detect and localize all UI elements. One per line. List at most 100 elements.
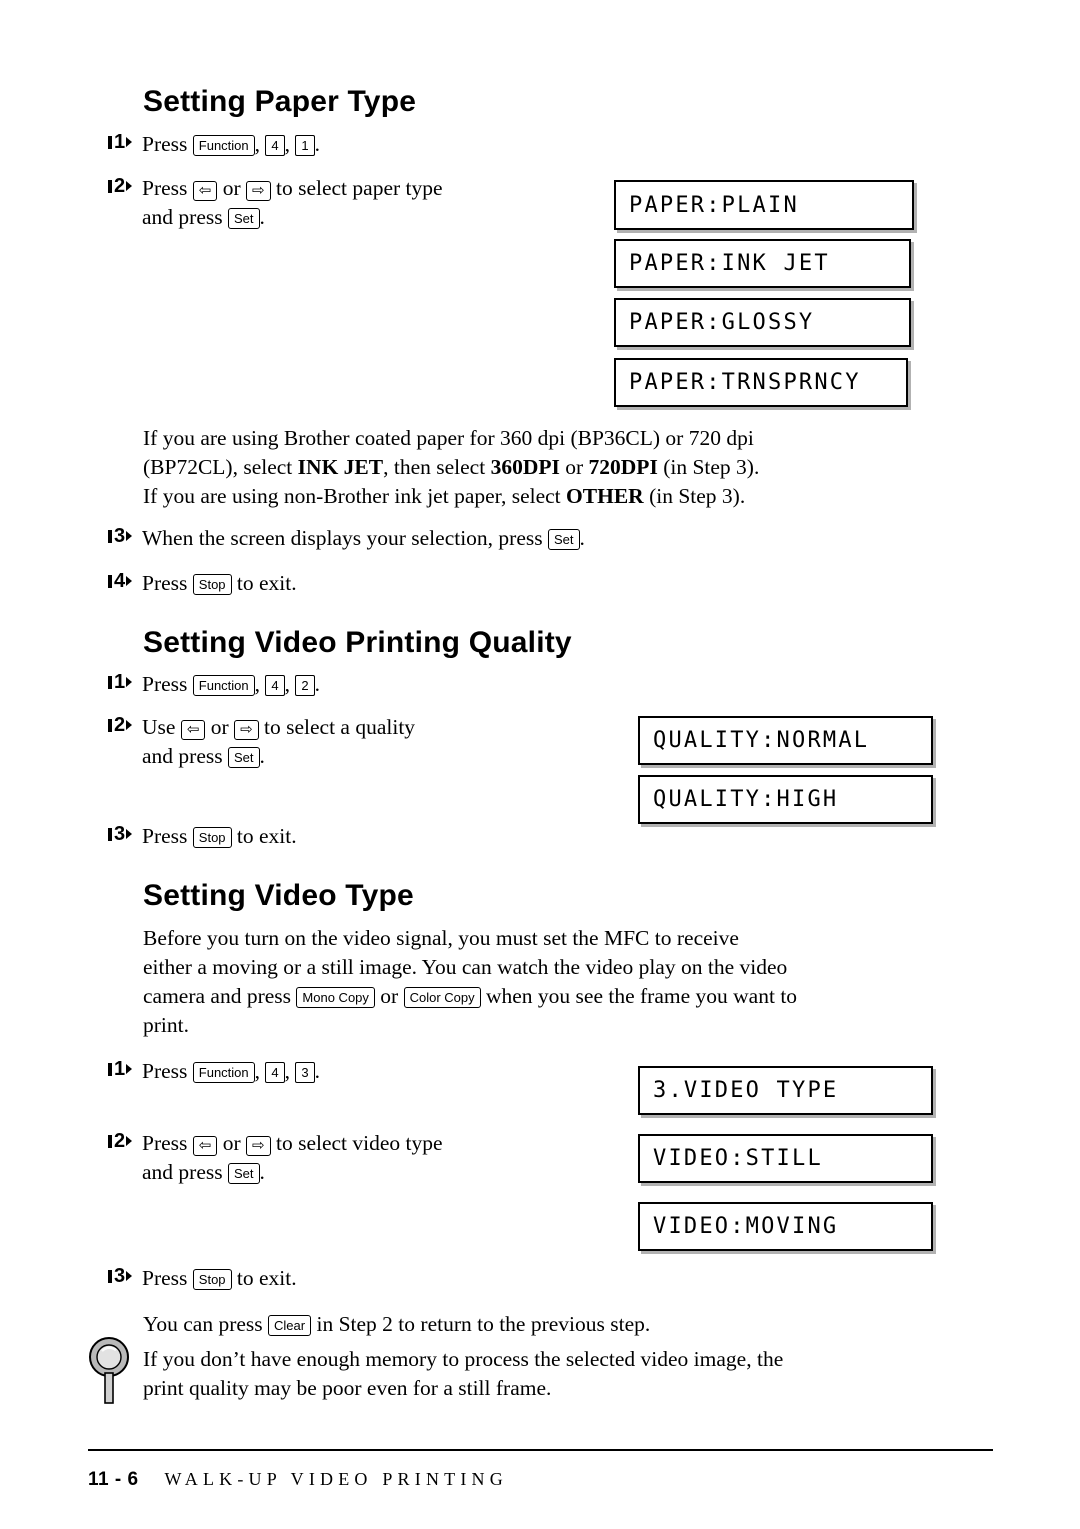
period: . — [314, 1059, 320, 1083]
step-number: 3 — [108, 822, 142, 846]
step-number: 2 — [108, 174, 142, 198]
key-mono-copy[interactable]: Mono Copy — [296, 986, 375, 1008]
step-number: 2 — [108, 713, 142, 737]
key-stop[interactable]: Stop — [192, 1268, 232, 1290]
lcd-video-type-menu: 3.VIDEO TYPE — [638, 1066, 933, 1115]
period: . — [259, 205, 265, 229]
press-label: Press — [142, 824, 193, 848]
key-right-arrow[interactable]: ⇨ — [234, 720, 259, 740]
step-text: Press ⇦ or ⇨ to select video type and pr… — [142, 1129, 443, 1187]
and-press-label: and press — [142, 205, 228, 229]
key-4[interactable]: 4 — [265, 675, 285, 696]
select-label: to select paper type — [270, 176, 443, 200]
lcd-quality-high: QUALITY:HIGH — [638, 775, 933, 824]
para-line-3a: If you are using non-Brother ink jet pap… — [143, 484, 567, 508]
step-1-video-quality: 1 Press Function, 4, 2. — [108, 670, 628, 699]
footer-page-number: 11 - 6 — [88, 1469, 139, 1490]
footer-chapter-title: WALK-UP VIDEO PRINTING — [164, 1469, 508, 1489]
heading-setting-video-type: Setting Video Type — [143, 879, 414, 912]
comma2: , — [284, 132, 296, 156]
key-1[interactable]: 1 — [295, 135, 315, 156]
period: . — [314, 672, 320, 696]
or-label: or — [217, 1131, 247, 1155]
key-clear[interactable]: Clear — [268, 1314, 312, 1336]
video-type-intro: Before you turn on the video signal, you… — [143, 924, 963, 1040]
key-stop[interactable]: Stop — [192, 573, 232, 595]
step-4-paper-type: 4 Press Stop to exit. — [108, 569, 628, 598]
document-page: Setting Paper Type 1 Press Function, 4, … — [0, 0, 1080, 1529]
to-exit-label: to exit. — [231, 571, 297, 595]
step-3-video-quality: 3 Press Stop to exit. — [108, 822, 628, 851]
key-2[interactable]: 2 — [295, 675, 315, 696]
step-1-video-type: 1 Press Function, 4, 3. — [108, 1057, 628, 1086]
step-number: 1 — [108, 670, 142, 694]
step-text: Press Stop to exit. — [142, 569, 297, 598]
step-text: Press Function, 4, 1. — [142, 130, 320, 159]
para-ink-jet: INK JET — [297, 455, 384, 479]
key-left-arrow[interactable]: ⇦ — [192, 1136, 218, 1156]
or-label: or — [374, 984, 404, 1008]
note-line-2: print quality may be poor even for a sti… — [143, 1376, 552, 1400]
para-line-1: If you are using Brother coated paper fo… — [143, 426, 754, 450]
key-function[interactable]: Function — [192, 1061, 255, 1083]
intro-line-2: either a moving or a still image. You ca… — [143, 955, 788, 979]
press-label: Press — [142, 672, 193, 696]
para-720dpi: 720DPI — [588, 455, 658, 479]
heading-setting-video-printing-quality: Setting Video Printing Quality — [143, 626, 572, 659]
step-text: When the screen displays your selection,… — [142, 524, 585, 553]
comma: , — [254, 132, 266, 156]
step-text: Press Function, 4, 2. — [142, 670, 320, 699]
step-2-video-type: 2 Press ⇦ or ⇨ to select video type and … — [108, 1129, 628, 1187]
lcd-paper-ink-jet: PAPER:INK JET — [614, 239, 911, 288]
key-function[interactable]: Function — [192, 134, 255, 156]
key-4[interactable]: 4 — [265, 135, 285, 156]
comma: , — [254, 672, 266, 696]
lcd-paper-plain: PAPER:PLAIN — [614, 180, 914, 230]
press-label: Press — [142, 132, 193, 156]
intro-line-3a: camera and press — [143, 984, 297, 1008]
para-line-2e: or — [559, 455, 589, 479]
key-right-arrow[interactable]: ⇨ — [246, 181, 271, 201]
heading-setting-paper-type: Setting Paper Type — [143, 85, 417, 118]
key-left-arrow[interactable]: ⇦ — [180, 720, 206, 740]
key-color-copy[interactable]: Color Copy — [403, 986, 481, 1008]
select-label: to select video type — [270, 1131, 443, 1155]
lcd-paper-trnsprncy: PAPER:TRNSPRNCY — [614, 358, 908, 407]
key-stop[interactable]: Stop — [192, 826, 232, 848]
para-360dpi: 360DPI — [490, 455, 560, 479]
to-exit-label: to exit. — [231, 1266, 297, 1290]
footer-divider — [88, 1449, 993, 1451]
after-line-a: You can press — [143, 1312, 269, 1336]
intro-line-4: print. — [143, 1013, 189, 1037]
period: . — [579, 526, 585, 550]
comma2: , — [284, 672, 296, 696]
video-type-after-note: You can press Clear in Step 2 to return … — [143, 1310, 963, 1339]
key-set[interactable]: Set — [227, 746, 260, 768]
step-text: Press Stop to exit. — [142, 1264, 297, 1293]
step-number: 3 — [108, 1264, 142, 1288]
press-label: Press — [142, 1266, 193, 1290]
key-left-arrow[interactable]: ⇦ — [192, 181, 218, 201]
to-exit-label: to exit. — [231, 824, 297, 848]
key-right-arrow[interactable]: ⇨ — [246, 1136, 271, 1156]
step-number: 1 — [108, 1057, 142, 1081]
step-2-video-quality: 2 Use ⇦ or ⇨ to select a quality and pre… — [108, 713, 628, 771]
key-set[interactable]: Set — [548, 528, 580, 550]
key-3[interactable]: 3 — [295, 1062, 315, 1083]
period: . — [259, 744, 265, 768]
comma: , — [254, 1059, 266, 1083]
press-label: Press — [142, 1059, 193, 1083]
and-press-label: and press — [142, 744, 228, 768]
press-label: Press — [142, 571, 193, 595]
key-set[interactable]: Set — [227, 1162, 260, 1184]
key-4[interactable]: 4 — [265, 1062, 285, 1083]
or-label: or — [205, 715, 235, 739]
intro-line-3c: when you see the frame you want to — [480, 984, 798, 1008]
key-set[interactable]: Set — [227, 207, 260, 229]
para-line-2g: (in Step 3). — [657, 455, 760, 479]
step-3-video-type: 3 Press Stop to exit. — [108, 1264, 628, 1293]
step-number: 2 — [108, 1129, 142, 1153]
comma2: , — [284, 1059, 296, 1083]
key-function[interactable]: Function — [192, 674, 255, 696]
lcd-video-still: VIDEO:STILL — [638, 1134, 933, 1183]
